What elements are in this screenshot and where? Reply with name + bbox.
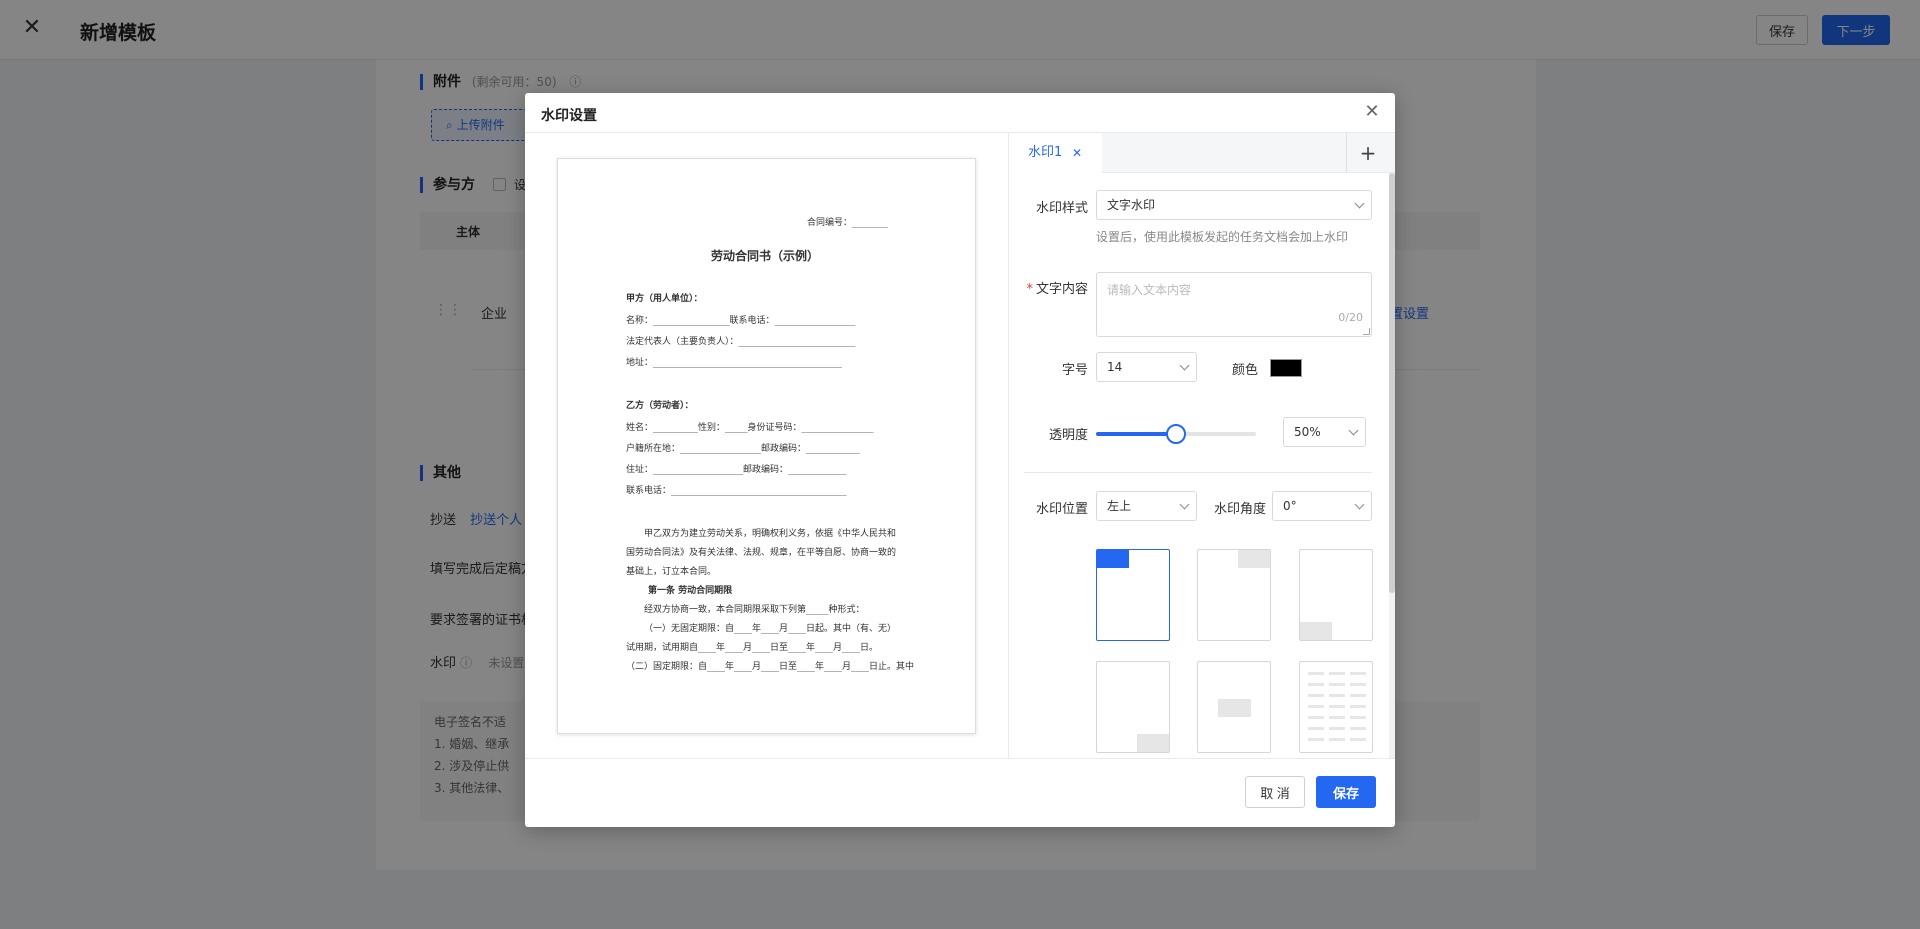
doc-line: 户籍所在地：__________________邮政编码：___________… [626, 444, 861, 454]
opacity-label: 透明度 [1048, 428, 1088, 443]
doc-line: 乙方（劳动者）： [626, 401, 694, 411]
doc-line: 法定代表人（主要负责人）：__________________________ [626, 337, 856, 347]
position-option-tiled[interactable] [1299, 661, 1373, 753]
settings-scrollbar[interactable] [1389, 173, 1395, 758]
doc-line: 住址：____________________邮政编码：____________… [626, 465, 847, 475]
contract-number: 合同编号：________ [807, 218, 889, 228]
add-tab-icon[interactable]: + [1356, 141, 1380, 165]
watermark-tile-mark [1308, 727, 1324, 730]
doc-line: 经双方协商一致，本合同期限采取下列第_____种形式： [644, 605, 865, 615]
watermark-tile-mark [1308, 683, 1324, 686]
document-preview: 合同编号：________ 劳动合同书（示例） 甲方（用人单位）： 名称：___… [557, 158, 976, 734]
divider [1346, 133, 1347, 173]
text-content-label: * 文字内容 [1026, 282, 1088, 297]
opacity-slider-handle[interactable] [1166, 424, 1186, 444]
watermark-mark [1218, 699, 1251, 717]
chevron-down-icon [1354, 499, 1365, 510]
watermark-tile-mark [1350, 705, 1366, 708]
watermark-tile-mark [1308, 738, 1324, 741]
watermark-tile-mark [1308, 694, 1324, 697]
doc-line: 甲乙双方为建立劳动关系，明确权利义务，依据《中华人民共和 [644, 529, 897, 539]
watermark-tile-mark [1329, 694, 1345, 697]
text-content-input[interactable]: 请输入文本内容 0/20 [1096, 272, 1372, 337]
watermark-tile-mark [1350, 716, 1366, 719]
tab-close-icon[interactable]: ✕ [1072, 133, 1082, 173]
text-placeholder: 请输入文本内容 [1107, 283, 1192, 297]
dialog-header: 水印设置 ✕ [525, 93, 1395, 133]
watermark-tile-mark [1308, 672, 1324, 675]
doc-line: 甲方（用人单位）： [626, 294, 703, 304]
doc-line: 姓名：__________性别：_____身份证号码：_____________… [626, 423, 874, 433]
font-size-select[interactable]: 14 [1096, 352, 1197, 382]
position-option-center[interactable] [1197, 661, 1271, 753]
dialog-footer: 取 消 保存 [525, 758, 1395, 827]
watermark-mark [1300, 622, 1332, 640]
font-size-label: 字号 [1061, 363, 1088, 378]
watermark-tile-mark [1350, 738, 1366, 741]
style-select[interactable]: 文字水印 [1096, 190, 1372, 220]
style-label: 水印样式 [1035, 201, 1088, 216]
cancel-button[interactable]: 取 消 [1245, 776, 1305, 808]
position-label: 水印位置 [1035, 502, 1088, 517]
dialog-title: 水印设置 [541, 108, 597, 124]
color-label: 颜色 [1231, 363, 1258, 378]
style-hint: 设置后，使用此模板发起的任务文档会加上水印 [1096, 230, 1349, 244]
position-option-bottom-left[interactable] [1299, 549, 1373, 641]
opacity-slider-fill [1096, 432, 1176, 436]
watermark-mark [1137, 734, 1169, 752]
doc-line: 联系电话：___________________________________… [626, 486, 847, 496]
doc-line: 基础上，订立本合同。 [626, 567, 717, 577]
position-option-bottom-right[interactable] [1096, 661, 1170, 753]
opacity-select[interactable]: 50% [1283, 417, 1366, 447]
watermark-tile-mark [1350, 694, 1366, 697]
angle-label: 水印角度 [1213, 502, 1266, 517]
watermark-tile-mark [1329, 716, 1345, 719]
watermark-tile-mark [1308, 705, 1324, 708]
angle-select[interactable]: 0° [1272, 491, 1372, 521]
save-button[interactable]: 保存 [1316, 776, 1376, 808]
watermark-mark [1238, 550, 1270, 568]
doc-line: 试用期，试用期自____年____月____日至____年____月____日。 [626, 643, 879, 653]
close-icon[interactable]: ✕ [1361, 101, 1383, 123]
chevron-down-icon [1354, 198, 1365, 209]
watermark-mark [1097, 550, 1129, 568]
doc-line: （一）无固定期限：自____年____月____日起。其中（有、无） [644, 624, 897, 634]
watermark-tile-mark [1308, 716, 1324, 719]
watermark-tile-mark [1329, 705, 1345, 708]
position-select[interactable]: 左上 [1096, 491, 1197, 521]
watermark-settings-panel: 水印1 ✕ + 水印样式 文字水印 设置后，使用此模板发起的任务文档会加上水印 … [1010, 133, 1395, 758]
position-option-top-right[interactable] [1197, 549, 1271, 641]
doc-line: 国劳动合同法》及有关法律、法规、规章，在平等自愿、协商一致的 [626, 548, 897, 558]
watermark-tile-mark [1329, 683, 1345, 686]
watermark-tile-mark [1329, 672, 1345, 675]
chevron-down-icon [1179, 499, 1190, 510]
doc-line: 地址：_____________________________________… [626, 358, 843, 368]
divider [1024, 472, 1372, 473]
char-count: 0/20 [1338, 311, 1363, 324]
watermark-tile-mark [1350, 683, 1366, 686]
color-swatch[interactable] [1270, 359, 1302, 377]
resize-grip-icon[interactable] [1363, 328, 1370, 335]
document-title: 劳动合同书（示例） [711, 249, 820, 263]
tab-watermark-1[interactable]: 水印1 [1010, 133, 1102, 173]
chevron-down-icon [1179, 360, 1190, 371]
doc-line: 名称：_________________联系电话：_______________… [626, 316, 856, 326]
position-option-top-left[interactable] [1096, 549, 1170, 641]
watermark-tile-mark [1350, 672, 1366, 675]
watermark-tile-mark [1329, 738, 1345, 741]
document-preview-pane: 合同编号：________ 劳动合同书（示例） 甲方（用人单位）： 名称：___… [525, 133, 1009, 758]
scrollbar-thumb[interactable] [1389, 173, 1395, 593]
watermark-tile-mark [1350, 727, 1366, 730]
watermark-tabs: 水印1 ✕ + [1010, 133, 1395, 173]
watermark-settings-dialog: 水印设置 ✕ 合同编号：________ 劳动合同书（示例） 甲方（用人单位）：… [525, 93, 1395, 827]
doc-line: 第一条 劳动合同期限 [648, 586, 733, 596]
chevron-down-icon [1348, 425, 1359, 436]
watermark-tile-mark [1329, 727, 1345, 730]
doc-line: （二）固定期限：自____年____月____日至____年____月____日… [626, 662, 915, 672]
